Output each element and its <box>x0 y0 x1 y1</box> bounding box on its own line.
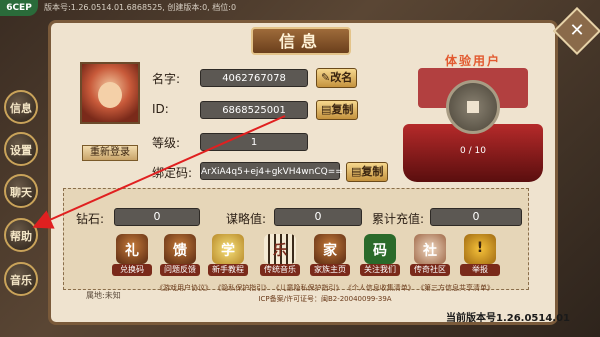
annotation-arrow <box>32 115 286 229</box>
